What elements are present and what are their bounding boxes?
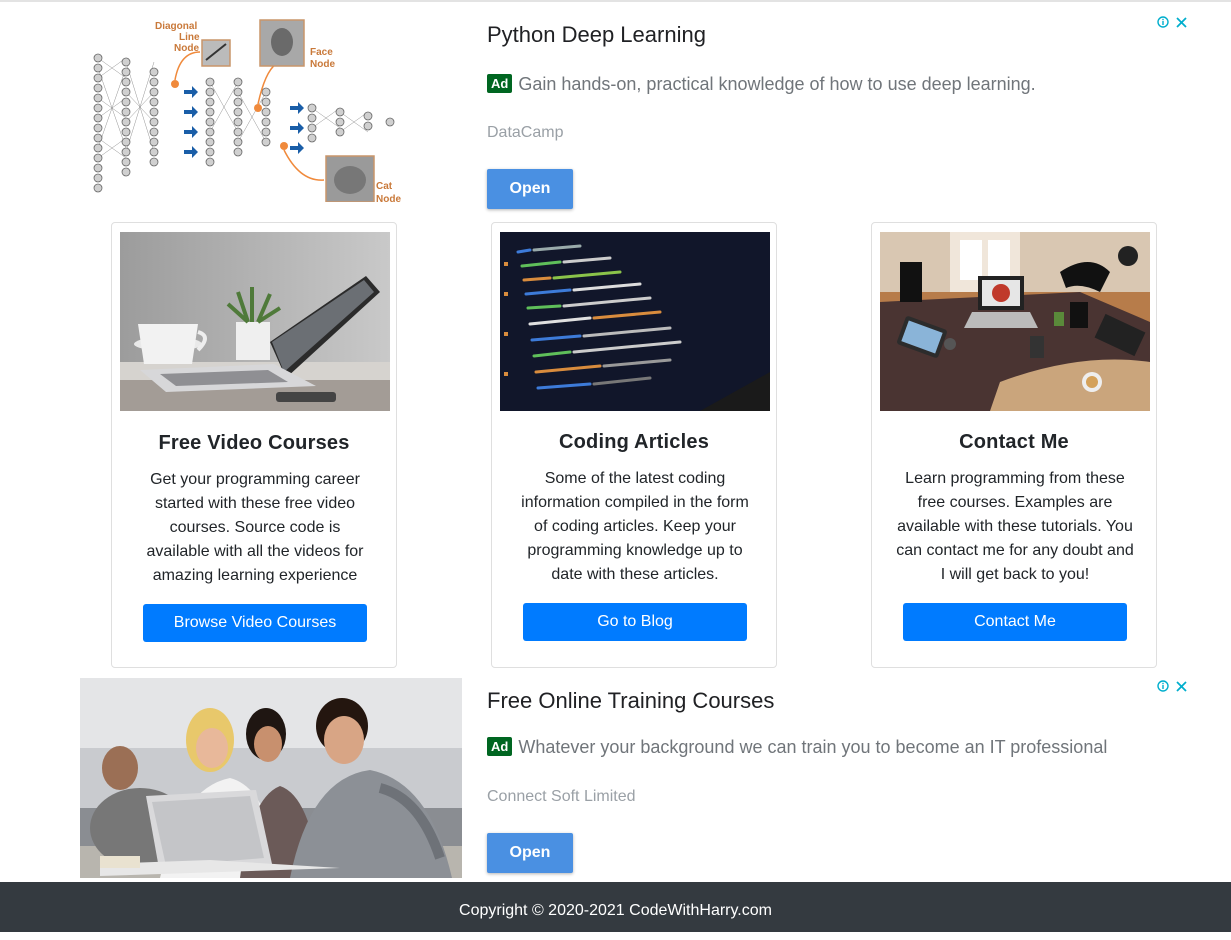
- card-contact-me: Contact Me Learn programming from these …: [871, 222, 1157, 668]
- card-text: Get your programming career started with…: [146, 471, 364, 584]
- svg-text:Cat: Cat: [376, 181, 393, 192]
- ad-title[interactable]: Python Deep Learning: [487, 22, 706, 48]
- ad-open-button[interactable]: Open: [487, 833, 573, 873]
- svg-text:Node: Node: [310, 59, 335, 70]
- go-to-blog-button[interactable]: Go to Blog: [523, 603, 747, 641]
- ad-banner-top[interactable]: Diagonal Line Node Face Node Cat Node Py…: [0, 2, 1231, 214]
- footer: Copyright © 2020-2021 CodeWithHarry.com: [0, 882, 1231, 932]
- ad-image-students[interactable]: [80, 678, 462, 878]
- svg-text:Node: Node: [174, 43, 199, 54]
- card-image-laptop: [120, 232, 390, 411]
- footer-copyright: Copyright © 2020-2021 CodeWithHarry.com: [459, 902, 772, 919]
- card-video-courses: Free Video Courses Get your programming …: [111, 222, 397, 668]
- info-icon[interactable]: [1157, 680, 1170, 692]
- ad-advertiser: DataCamp: [487, 124, 564, 141]
- adchoices[interactable]: [1157, 16, 1187, 31]
- card-image-code-screen: [500, 232, 770, 411]
- svg-text:Diagonal: Diagonal: [155, 21, 197, 32]
- ad-description-text: Gain hands-on, practical knowledge of ho…: [518, 74, 1036, 94]
- card-text: Some of the latest coding information co…: [521, 470, 749, 583]
- card-title: Free Video Courses: [158, 432, 350, 454]
- ad-open-button[interactable]: Open: [487, 169, 573, 209]
- ad-image-neural-network[interactable]: Diagonal Line Node Face Node Cat Node: [80, 2, 462, 202]
- close-icon[interactable]: [1176, 17, 1187, 28]
- svg-text:Line: Line: [179, 32, 200, 43]
- card-image-desk: [880, 232, 1150, 411]
- ad-advertiser: Connect Soft Limited: [487, 788, 636, 805]
- browse-video-courses-button[interactable]: Browse Video Courses: [143, 604, 367, 642]
- ad-description: Ad Gain hands-on, practical knowledge of …: [487, 74, 1036, 95]
- ad-badge: Ad: [487, 74, 513, 93]
- ad-badge: Ad: [487, 737, 513, 756]
- info-icon[interactable]: [1157, 16, 1170, 28]
- ad-title[interactable]: Free Online Training Courses: [487, 688, 774, 714]
- card-text: Learn programming from these free course…: [896, 470, 1134, 583]
- svg-text:Face: Face: [310, 47, 333, 58]
- card-title: Contact Me: [959, 431, 1069, 453]
- contact-me-button[interactable]: Contact Me: [903, 603, 1127, 641]
- close-icon[interactable]: [1176, 681, 1187, 692]
- ad-banner-bottom[interactable]: Free Online Training Courses Ad Whatever …: [0, 678, 1231, 882]
- adchoices[interactable]: [1157, 680, 1187, 695]
- card-title: Coding Articles: [558, 431, 710, 453]
- ad-description-text: Whatever your background we can train yo…: [518, 737, 1108, 757]
- ad-description: Ad Whatever your background we can train …: [487, 737, 1107, 758]
- card-coding-articles: Coding Articles Some of the latest codin…: [491, 222, 777, 668]
- svg-text:Node: Node: [376, 194, 401, 202]
